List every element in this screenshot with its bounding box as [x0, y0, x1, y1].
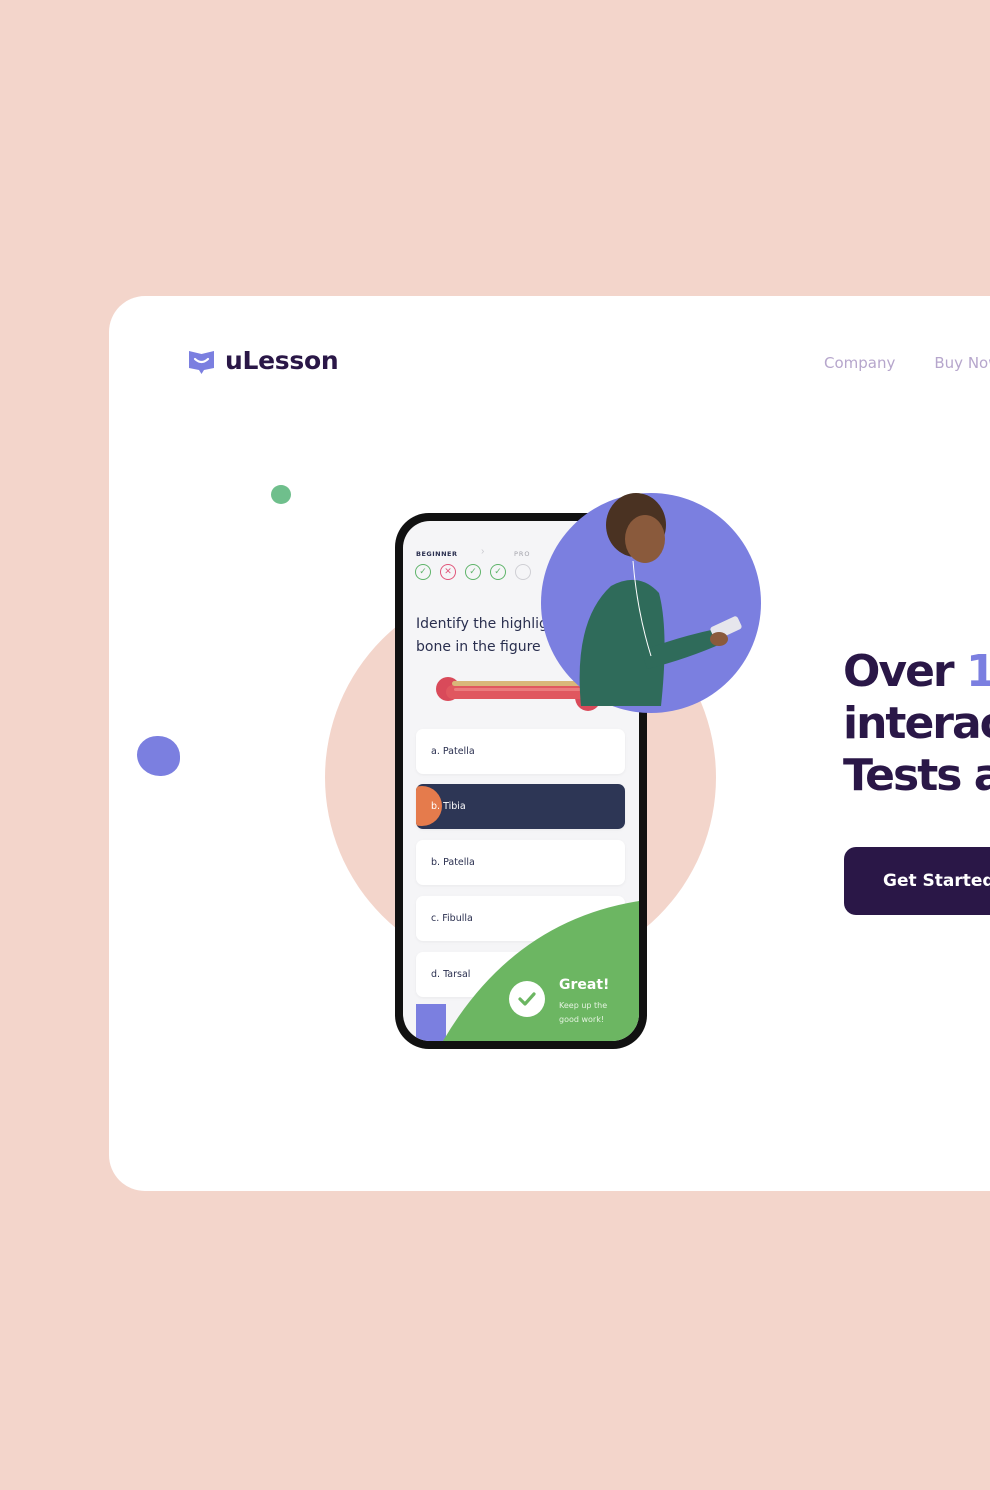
- answer-option-label: b. Patella: [431, 857, 475, 868]
- nav-link-company[interactable]: Company: [824, 354, 895, 372]
- progress-cross-icon: ✕: [440, 564, 456, 580]
- progress-dots: ✓ ✕ ✓ ✓: [415, 564, 531, 580]
- answer-option[interactable]: b. Patella: [416, 840, 625, 885]
- hero-line-2: interac: [843, 698, 990, 749]
- logo[interactable]: uLesson: [188, 346, 339, 375]
- feedback-title: Great!: [559, 977, 610, 993]
- answer-option[interactable]: a. Patella: [416, 729, 625, 774]
- level-start-label: BEGINNER: [416, 550, 458, 558]
- hero-heading: Over 10 interac Tests a: [843, 646, 990, 802]
- hero-line-1-accent: 10: [965, 646, 990, 697]
- hero-line-1-prefix: Over: [843, 646, 966, 697]
- hero-line-1: Over 10: [843, 646, 990, 698]
- level-end-label: PRO: [514, 550, 531, 558]
- brand-name: uLesson: [225, 346, 339, 375]
- hero-line-3: Tests a: [843, 750, 990, 801]
- main-nav: Company Buy Now: [824, 354, 990, 372]
- chevron-right-icon: ›: [481, 546, 485, 557]
- get-started-button[interactable]: Get Started: [844, 847, 990, 915]
- answer-option-label: a. Patella: [431, 746, 475, 757]
- progress-check-icon: ✓: [465, 564, 481, 580]
- progress-check-icon: ✓: [490, 564, 506, 580]
- student-photo: [541, 493, 761, 713]
- check-circle-icon: [509, 981, 545, 1017]
- book-smile-icon: [189, 350, 214, 374]
- progress-check-icon: ✓: [415, 564, 431, 580]
- answer-option-label: b. Tibia: [431, 801, 466, 812]
- feedback-message: Keep up the good work!: [559, 1001, 608, 1024]
- nav-link-buy-now[interactable]: Buy Now: [934, 354, 990, 372]
- decorative-green-dot: [271, 485, 291, 504]
- decorative-purple-blob: [137, 736, 180, 776]
- hero-card: uLesson Company Buy Now BEGINNER › PRO ✓…: [109, 296, 990, 1191]
- answer-option-selected[interactable]: b. Tibia: [416, 784, 625, 829]
- progress-empty-icon: [515, 564, 531, 580]
